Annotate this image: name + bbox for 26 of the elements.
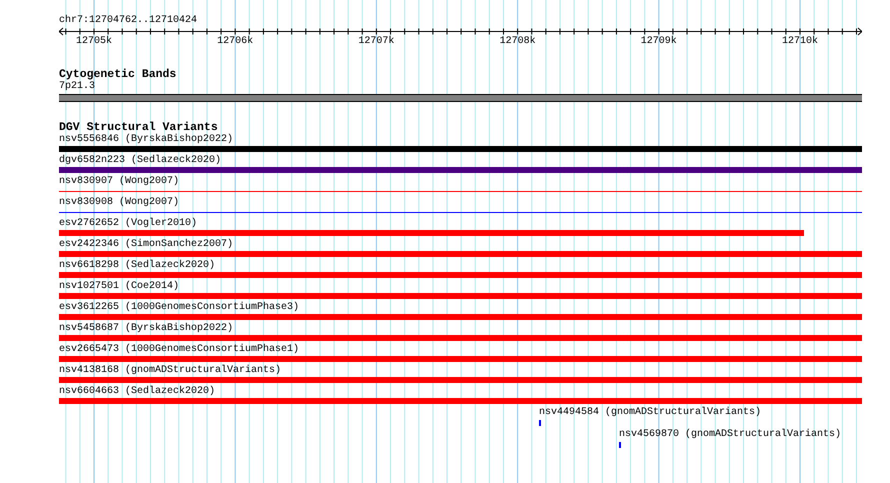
feature-label: nsv5556846 (ByrskaBishop2022) <box>59 134 234 146</box>
ruler-tick-label: 12705k <box>76 36 112 48</box>
ruler-tick-label: 12709k <box>640 36 677 48</box>
ruler-tick-label: 12710k <box>782 36 818 48</box>
feature-label: nsv6618298 (Sedlazeck2020) <box>59 260 216 272</box>
location-label: chr7:12704762..12710424 <box>59 15 198 27</box>
track-title: DGV Structural Variants <box>59 121 218 134</box>
ruler-tick-label: 12706k <box>217 36 254 48</box>
ruler-tick-label: 12707k <box>358 36 394 48</box>
feature-label: nsv1027501 (Coe2014) <box>59 281 180 293</box>
feature-label: esv2762652 (Vogler2010) <box>59 218 198 230</box>
feature-label: 7p21.3 <box>59 81 96 93</box>
feature-label: nsv6604663 (Sedlazeck2020) <box>59 386 216 398</box>
ruler-tick-label: 12708k <box>500 36 536 48</box>
feature-label: esv2665473 (1000GenomesConsortiumPhase1) <box>59 344 300 356</box>
feature-label: nsv5458687 (ByrskaBishop2022) <box>59 323 234 335</box>
feature-label: dgv6582n223 (Sedlazeck2020) <box>59 155 222 167</box>
feature-label: esv3612265 (1000GenomesConsortiumPhase3) <box>59 302 300 314</box>
feature-label: nsv830908 (Wong2007) <box>59 197 180 209</box>
feature-label: nsv4569870 (gnomADStructuralVariants) <box>619 429 842 441</box>
feature-label: nsv4494584 (gnomADStructuralVariants) <box>539 407 762 419</box>
feature-label: nsv830907 (Wong2007) <box>59 176 180 188</box>
feature-label: nsv4138168 (gnomADStructuralVariants) <box>59 365 282 377</box>
ruler-axis-icon <box>59 27 862 36</box>
feature-label: esv2422346 (SimonSanchez2007) <box>59 239 234 251</box>
track-title: Cytogenetic Bands <box>59 68 176 81</box>
